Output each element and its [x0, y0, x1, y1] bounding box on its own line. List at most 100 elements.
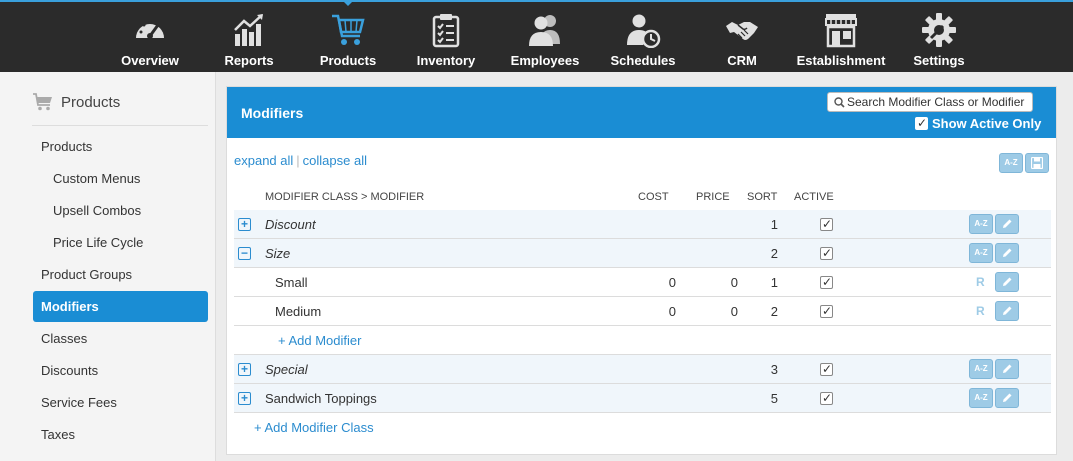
expand-icon[interactable]: +: [238, 218, 251, 231]
people-icon: [529, 15, 560, 46]
pencil-icon: [1003, 219, 1012, 228]
expand-collapse-links: expand all | collapse all: [234, 153, 367, 168]
sort-az-button[interactable]: A-Z: [969, 214, 993, 234]
edit-button[interactable]: [995, 301, 1019, 321]
add-modifier-class-link[interactable]: + Add Modifier Class: [254, 420, 374, 435]
edit-button[interactable]: [995, 388, 1019, 408]
modifier-class-name: Special: [265, 362, 308, 377]
modifier-name: Small: [275, 275, 308, 290]
panel-title: Modifiers: [241, 105, 304, 121]
sidebar-item-products[interactable]: Products: [33, 131, 208, 162]
modifiers-panel: Modifiers Show Active Only expand all|co…: [226, 86, 1057, 455]
sidebar-item-custom-menus[interactable]: Custom Menus: [33, 163, 208, 194]
active-checkbox[interactable]: [820, 246, 833, 260]
active-checkbox[interactable]: [820, 217, 833, 231]
add-modifier-link[interactable]: + Add Modifier: [278, 333, 361, 348]
sidebar: Products Products Custom Menus Upsell Co…: [0, 72, 216, 461]
top-navigation: Overview Reports Products Inventory Empl…: [0, 0, 1073, 72]
column-header-sort: SORT: [747, 191, 778, 203]
modifier-row: Small 0 0 1 R: [234, 268, 1051, 297]
nav-settings[interactable]: Settings: [889, 8, 989, 70]
nav-overview[interactable]: Overview: [100, 8, 200, 70]
collapse-icon[interactable]: −: [238, 247, 251, 260]
expand-icon[interactable]: +: [238, 392, 251, 405]
nav-crm[interactable]: CRM: [692, 8, 792, 70]
modifier-class-name: Discount: [265, 217, 316, 232]
modifier-class-row: + Discount 1 A-Z: [234, 210, 1051, 239]
modifier-class-row: − Size 2 A-Z: [234, 239, 1051, 268]
search-input[interactable]: [847, 94, 1031, 110]
edit-button[interactable]: [995, 272, 1019, 292]
sidebar-item-classes[interactable]: Classes: [33, 323, 208, 354]
nav-label: CRM: [727, 53, 757, 68]
modifier-class-row: + Sandwich Toppings 5 A-Z: [234, 384, 1051, 413]
sort-az-button[interactable]: A-Z: [969, 243, 993, 263]
price-value: 0: [730, 304, 738, 319]
sidebar-item-service-fees[interactable]: Service Fees: [33, 387, 208, 418]
add-modifier-class-row: + Add Modifier Class: [234, 413, 1051, 442]
nav-label: Settings: [913, 53, 965, 68]
show-active-label: Show Active Only: [932, 116, 1042, 131]
nav-schedules[interactable]: Schedules: [593, 8, 693, 70]
sort-value: 2: [770, 304, 778, 319]
sort-value: 1: [770, 275, 778, 290]
column-header-name: MODIFIER CLASS > MODIFIER: [265, 191, 425, 203]
expand-all-link[interactable]: expand all: [234, 153, 293, 168]
shopping-cart-icon: [332, 14, 365, 45]
r-badge: R: [976, 304, 985, 318]
shopping-cart-icon: [33, 93, 52, 111]
nav-employees[interactable]: Employees: [495, 8, 595, 70]
pencil-icon: [1003, 248, 1012, 257]
active-caret: [342, 0, 354, 6]
edit-button[interactable]: [995, 359, 1019, 379]
nav-label: Employees: [510, 53, 580, 68]
modifier-name: Medium: [275, 304, 322, 319]
column-header-cost: COST: [638, 191, 669, 203]
sort-value: 1: [770, 217, 778, 232]
speedometer-icon: [136, 20, 164, 39]
nav-label: Schedules: [610, 53, 676, 68]
clipboard-icon: [432, 14, 460, 48]
nav-establishment[interactable]: Establishment: [791, 8, 891, 70]
sidebar-item-modifiers[interactable]: Modifiers: [33, 291, 208, 322]
search-box[interactable]: [827, 92, 1033, 112]
sort-value: 5: [770, 391, 778, 406]
column-header-active: ACTIVE: [794, 191, 834, 203]
pencil-icon: [1003, 306, 1012, 315]
person-clock-icon: [627, 14, 661, 48]
nav-products[interactable]: Products: [298, 0, 398, 70]
nav-reports[interactable]: Reports: [199, 8, 299, 70]
nav-inventory[interactable]: Inventory: [396, 8, 496, 70]
sidebar-item-upsell-combos[interactable]: Upsell Combos: [33, 195, 208, 226]
handshake-icon: [726, 22, 758, 40]
show-active-checkbox[interactable]: [915, 116, 928, 130]
sidebar-item-discounts[interactable]: Discounts: [33, 355, 208, 386]
gear-icon: [922, 13, 956, 47]
sort-az-button[interactable]: A-Z: [999, 153, 1023, 173]
active-checkbox[interactable]: [820, 362, 833, 376]
sort-az-button[interactable]: A-Z: [969, 388, 993, 408]
sidebar-item-price-life-cycle[interactable]: Price Life Cycle: [33, 227, 208, 258]
modifier-row: Medium 0 0 2 R: [234, 297, 1051, 326]
active-checkbox[interactable]: [820, 275, 833, 289]
sidebar-title: Products: [61, 94, 121, 111]
active-checkbox[interactable]: [820, 391, 833, 405]
expand-icon[interactable]: +: [238, 363, 251, 376]
modifier-class-name: Size: [265, 246, 291, 261]
nav-label: Establishment: [796, 53, 886, 68]
divider: [32, 125, 208, 126]
sort-az-button[interactable]: A-Z: [969, 359, 993, 379]
pencil-icon: [1003, 393, 1012, 402]
active-checkbox[interactable]: [820, 304, 833, 318]
collapse-all-link[interactable]: collapse all: [303, 153, 367, 168]
edit-button[interactable]: [995, 214, 1019, 234]
nav-label: Inventory: [416, 53, 476, 68]
pencil-icon: [1003, 277, 1012, 286]
sort-value: 3: [770, 362, 778, 377]
price-value: 0: [730, 275, 738, 290]
sidebar-header: Products: [32, 92, 208, 114]
sidebar-item-taxes[interactable]: Taxes: [33, 419, 208, 450]
save-button[interactable]: [1025, 153, 1049, 173]
sidebar-item-product-groups[interactable]: Product Groups: [33, 259, 208, 290]
edit-button[interactable]: [995, 243, 1019, 263]
